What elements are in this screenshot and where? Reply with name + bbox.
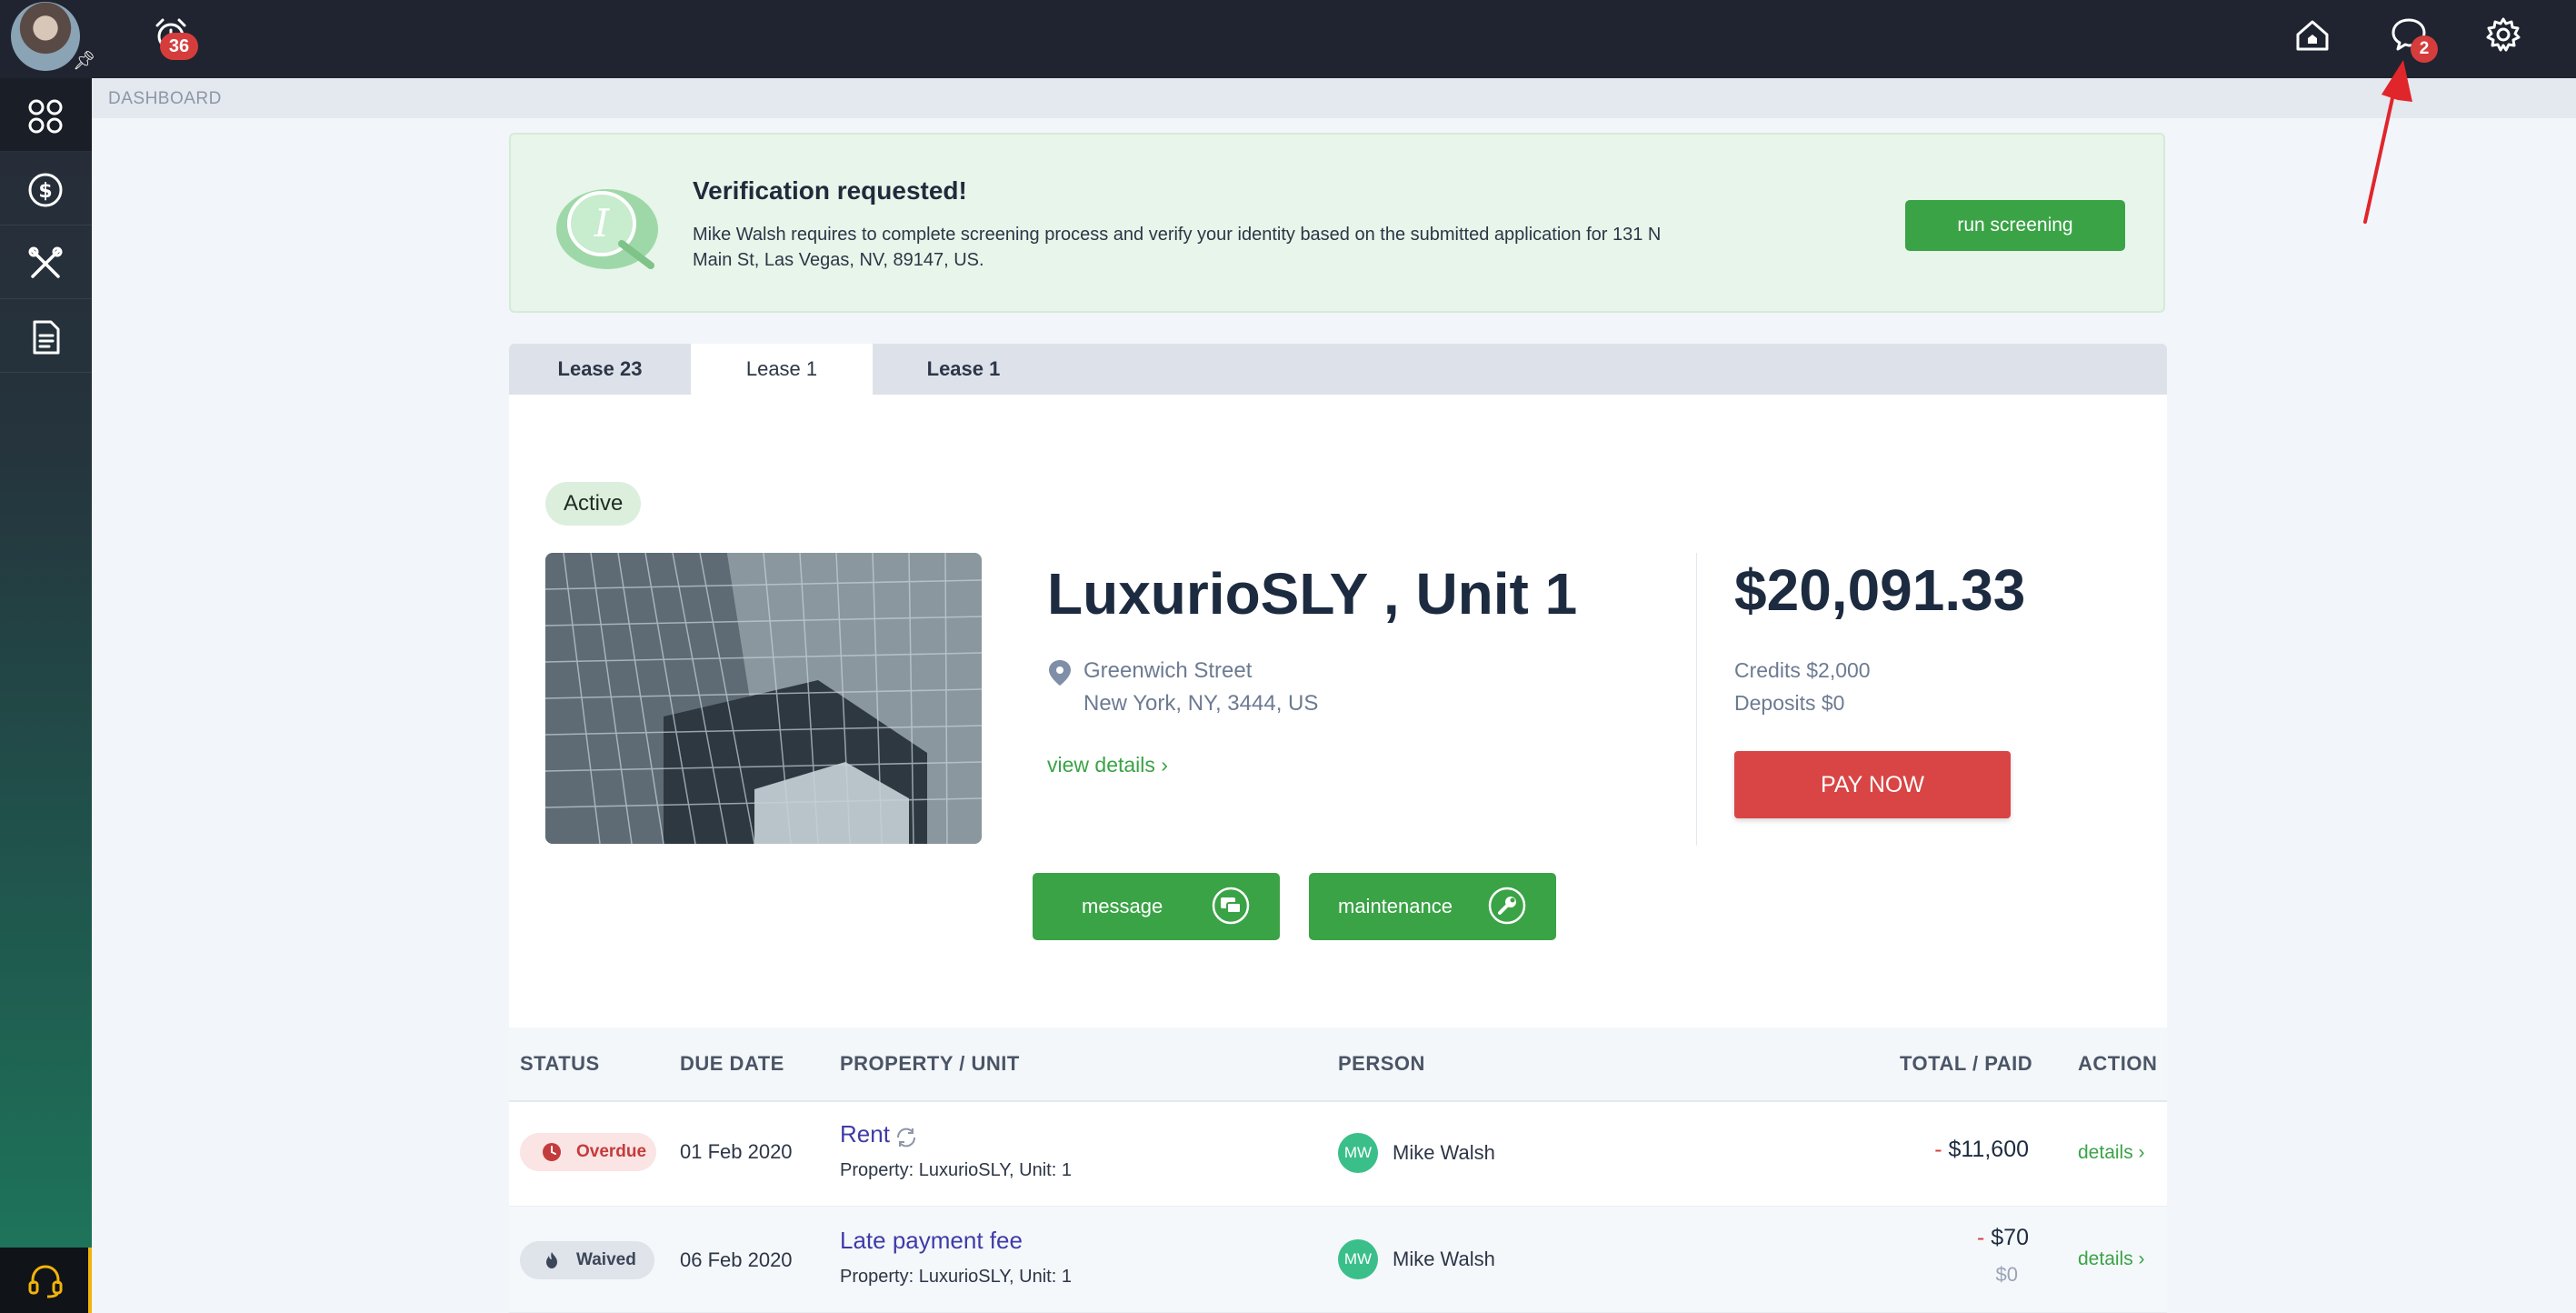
column-status: STATUS xyxy=(520,1052,600,1075)
svg-text:I: I xyxy=(594,201,611,246)
maintenance-button-label: maintenance xyxy=(1338,895,1453,917)
message-button-label: message xyxy=(1082,895,1163,917)
property-unit-text: Property: LuxurioSLY, Unit: 1 xyxy=(840,1267,1072,1287)
column-action: ACTION xyxy=(2078,1052,2158,1075)
details-link[interactable]: details › xyxy=(2078,1248,2145,1270)
avatar: MW xyxy=(1338,1239,1378,1279)
divider xyxy=(1696,553,1697,846)
column-property-unit: PROPERTY / UNIT xyxy=(840,1052,1020,1075)
location-pin-icon xyxy=(1049,660,1071,686)
sidebar-item-dashboard[interactable] xyxy=(0,78,92,152)
maintenance-button[interactable]: maintenance xyxy=(1309,873,1556,940)
table-row: Overdue 01 Feb 2020 Rent Property: Luxur… xyxy=(509,1100,2167,1207)
status-badge-waived: Waived xyxy=(520,1241,654,1279)
run-screening-button[interactable]: run screening xyxy=(1905,200,2125,251)
tab-lease-1-active[interactable]: Lease 1 xyxy=(691,344,873,395)
tab-lease-1[interactable]: Lease 1 xyxy=(873,344,1054,395)
total-amount: - $11,600 xyxy=(1934,1137,2029,1163)
headset-icon xyxy=(28,1265,63,1298)
gear-icon[interactable] xyxy=(2483,15,2523,55)
address-line-2: New York, NY, 3444, US xyxy=(1083,691,1319,716)
breadcrumb[interactable]: DASHBOARD xyxy=(108,89,222,109)
total-amount: - $70 xyxy=(1977,1225,2029,1251)
status-label: Overdue xyxy=(576,1142,647,1161)
table-header: STATUS DUE DATE PROPERTY / UNIT PERSON T… xyxy=(509,1027,2167,1102)
credits-text: Credits $2,000 xyxy=(1734,658,1871,682)
minus-sign: - xyxy=(1934,1137,1949,1162)
dashboard-grid-icon xyxy=(28,99,63,134)
tab-lease-23[interactable]: Lease 23 xyxy=(509,344,691,395)
address-line-1: Greenwich Street xyxy=(1083,658,1253,683)
column-due-date: DUE DATE xyxy=(680,1052,784,1075)
flame-icon xyxy=(546,1252,557,1268)
total-value: $70 xyxy=(1991,1225,2029,1250)
total-value: $11,600 xyxy=(1948,1137,2029,1162)
banner-text: Mike Walsh requires to complete screenin… xyxy=(693,225,1662,270)
alarm-count-badge: 36 xyxy=(160,33,198,60)
person-name: Mike Walsh xyxy=(1393,1141,1495,1164)
verification-banner: I Verification requested! Mike Walsh req… xyxy=(509,133,2165,313)
recurring-icon xyxy=(896,1128,916,1148)
sidebar: $ xyxy=(0,78,92,1313)
user-avatar[interactable] xyxy=(11,2,80,71)
balance-amount: $20,091.33 xyxy=(1734,557,2026,623)
sidebar-item-documents[interactable] xyxy=(0,299,92,373)
details-link[interactable]: details › xyxy=(2078,1142,2145,1164)
message-button[interactable]: message xyxy=(1033,873,1280,940)
chat-icon xyxy=(1212,887,1250,925)
property-title: LuxurioSLY , Unit 1 xyxy=(1047,561,1578,626)
view-details-link[interactable]: view details › xyxy=(1047,753,1168,777)
breadcrumb-bar: DASHBOARD xyxy=(92,78,2576,118)
paid-amount: $0 xyxy=(1995,1263,2018,1286)
column-total-paid: TOTAL / PAID xyxy=(1900,1052,2033,1075)
avatar: MW xyxy=(1338,1133,1378,1173)
status-badge-overdue: Overdue xyxy=(520,1133,656,1171)
svg-text:$: $ xyxy=(38,180,52,203)
clock-icon xyxy=(543,1143,561,1161)
pay-now-button[interactable]: PAY NOW xyxy=(1734,751,2011,818)
sidebar-item-maintenance[interactable] xyxy=(0,226,92,299)
person-name: Mike Walsh xyxy=(1393,1248,1495,1270)
document-icon xyxy=(33,320,60,355)
property-unit-text: Property: LuxurioSLY, Unit: 1 xyxy=(840,1160,1072,1180)
due-date: 01 Feb 2020 xyxy=(680,1140,793,1163)
property-image xyxy=(545,553,982,844)
pin-icon: 📌︎ xyxy=(73,51,96,71)
deposits-text: Deposits $0 xyxy=(1734,691,1845,715)
banner-title: Verification requested! xyxy=(693,176,967,205)
annotation-arrow xyxy=(2363,60,2412,224)
table-row: Waived 06 Feb 2020 Late payment fee Prop… xyxy=(509,1207,2167,1313)
status-badge: Active xyxy=(545,482,642,526)
support-button[interactable] xyxy=(0,1248,92,1313)
top-bar: 📌︎ 36 2 xyxy=(0,0,2576,78)
charge-title-link[interactable]: Late payment fee xyxy=(840,1227,1023,1255)
column-person: PERSON xyxy=(1338,1052,1425,1075)
home-icon[interactable] xyxy=(2292,15,2332,55)
lease-card: Active LuxurioSLY , Unit 1 Greenwich Str… xyxy=(509,395,2167,1313)
minus-sign: - xyxy=(1977,1225,1992,1250)
due-date: 06 Feb 2020 xyxy=(680,1248,793,1271)
sidebar-item-payments[interactable]: $ xyxy=(0,152,92,226)
status-label: Waived xyxy=(576,1250,636,1269)
charge-title-link[interactable]: Rent xyxy=(840,1120,890,1148)
wrench-icon xyxy=(1488,887,1526,925)
lease-tabs: Lease 23 Lease 1 Lease 1 xyxy=(509,344,2167,395)
verification-illustration-icon: I xyxy=(556,189,658,269)
dollar-circle-icon: $ xyxy=(28,173,63,207)
tools-icon xyxy=(28,246,63,278)
